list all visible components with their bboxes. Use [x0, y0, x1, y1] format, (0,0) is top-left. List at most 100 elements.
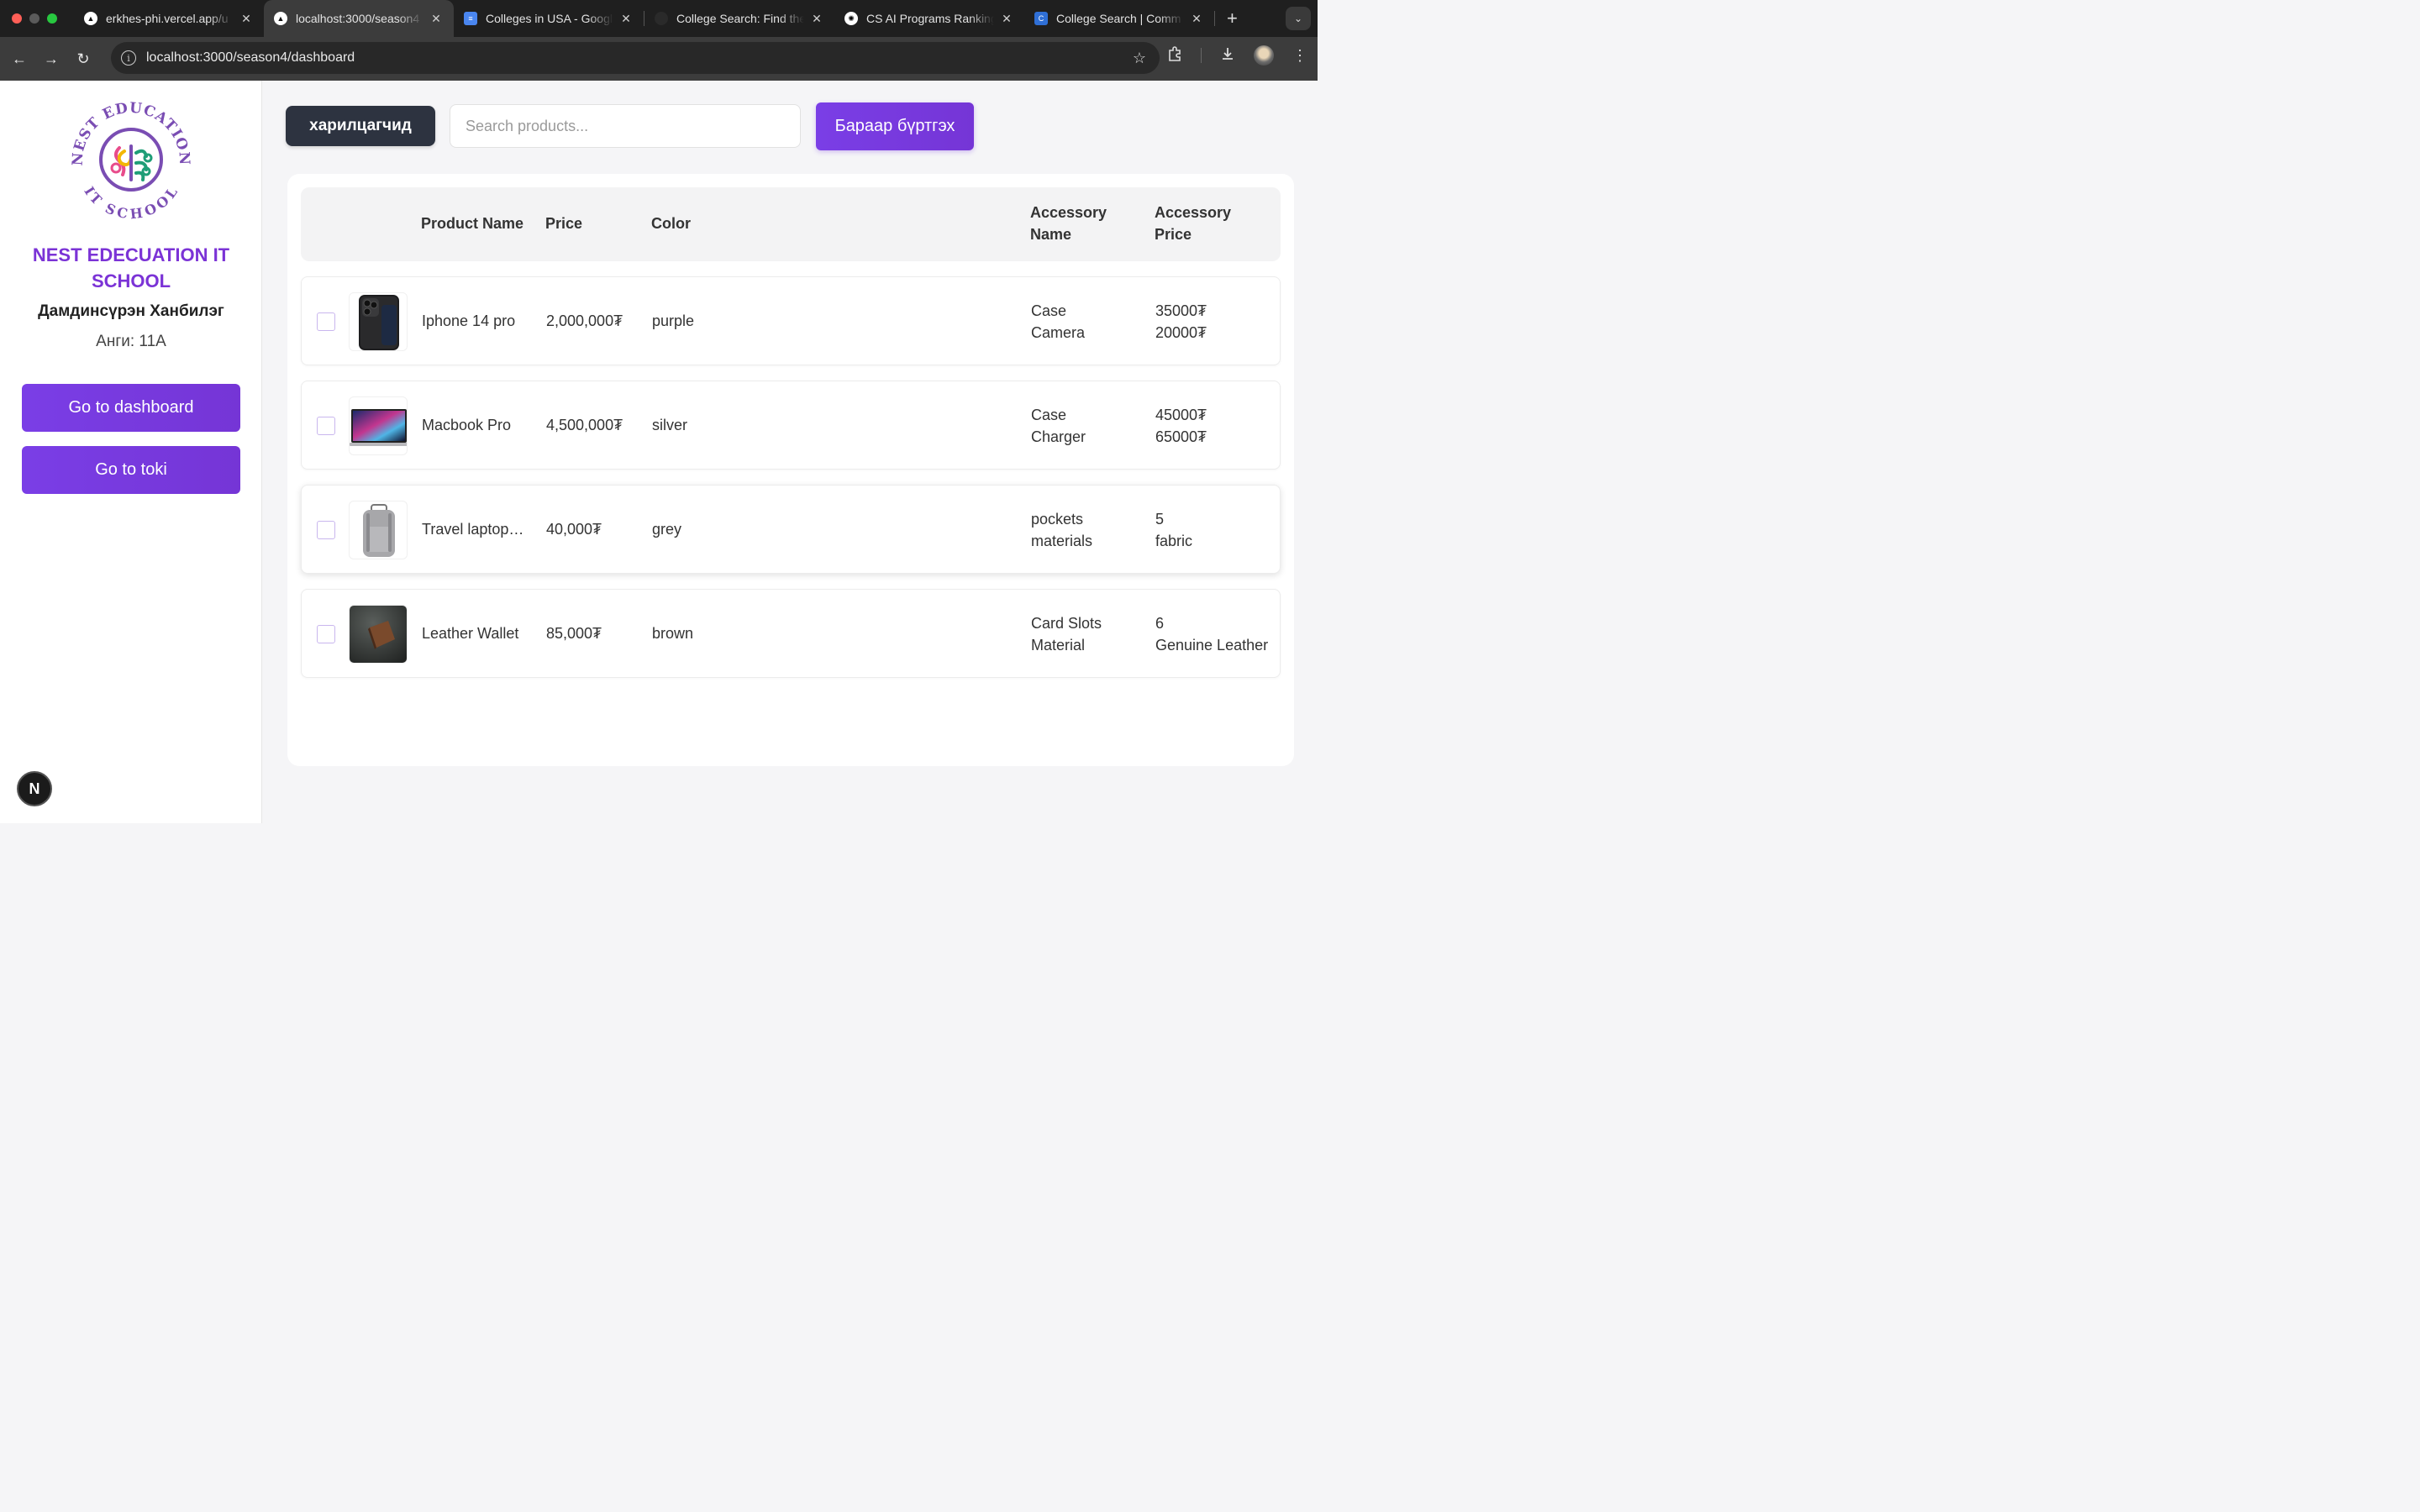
address-url[interactable]: localhost:3000/season4/dashboard	[146, 50, 355, 66]
browser-tab[interactable]: ≡ Colleges in USA - Googl ✕	[454, 0, 644, 37]
window-controls	[0, 13, 74, 24]
accessory-name: Material	[1031, 637, 1086, 654]
close-tab-icon[interactable]: ✕	[429, 12, 444, 26]
column-header-accessory-price: Accessory Price	[1155, 202, 1231, 245]
site-info-icon[interactable]: i	[121, 50, 136, 66]
browser-tab-active[interactable]: ▲ localhost:3000/season4 ✕	[264, 0, 454, 37]
tab-title: College Search: Find the	[676, 12, 804, 25]
browser-tab-bar: ▲ erkhes-phi.vercel.app/u ✕ ▲ localhost:…	[0, 0, 1318, 37]
accessory-names: Case Charger	[1031, 404, 1086, 448]
college-search-icon	[655, 12, 668, 25]
forward-arrow-icon[interactable]: →	[35, 50, 67, 68]
row-checkbox[interactable]	[317, 625, 335, 643]
search-input[interactable]	[450, 104, 801, 148]
school-logo: NEST EDUCATION IT SCHOOL	[70, 100, 192, 223]
go-to-toki-button[interactable]: Go to toki	[22, 446, 240, 494]
close-tab-icon[interactable]: ✕	[239, 12, 254, 26]
wallet-image	[349, 605, 408, 664]
column-header-accessory-name: Accessory Name	[1030, 202, 1107, 245]
close-window-button[interactable]	[12, 13, 22, 24]
close-tab-icon[interactable]: ✕	[809, 12, 824, 26]
accessory-name: materials	[1031, 533, 1093, 549]
nextjs-dev-indicator[interactable]: N	[17, 771, 52, 806]
back-arrow-icon[interactable]: ←	[3, 50, 35, 68]
accessory-price: 20000₮	[1155, 324, 1207, 341]
more-menu-icon[interactable]: ⋮	[1292, 47, 1307, 65]
customers-button[interactable]: харилцагчид	[286, 106, 435, 146]
accessory-price: Genuine Leather	[1155, 637, 1269, 654]
backpack-image	[349, 501, 408, 559]
header-line: Price	[1155, 226, 1192, 243]
chevron-down-icon: ⌄	[1293, 13, 1303, 24]
tab-title: CS AI Programs Ranking	[866, 12, 994, 25]
accessory-names: Case Camera	[1031, 300, 1085, 344]
minimize-window-button[interactable]	[29, 13, 39, 24]
accessory-price: 45000₮	[1155, 407, 1207, 423]
accessory-name: Case	[1031, 302, 1067, 319]
product-name: Travel laptop backpack	[422, 521, 526, 538]
product-color: purple	[652, 312, 695, 329]
vercel-icon: ▲	[274, 12, 287, 25]
table-row[interactable]: Travel laptop backpack 40,000₮ grey pock…	[301, 485, 1281, 574]
header-line: Name	[1030, 226, 1072, 243]
iphone-image	[349, 292, 408, 351]
accessory-prices: 45000₮ 65000₮	[1155, 404, 1207, 448]
accessory-names: Card Slots Material	[1031, 612, 1102, 656]
profile-avatar[interactable]	[1254, 45, 1274, 66]
accessory-name: Case	[1031, 407, 1067, 423]
product-name: Leather Wallet	[422, 625, 519, 642]
table-row[interactable]: Macbook Pro 4,500,000₮ silver Case Charg…	[301, 381, 1281, 470]
accessory-price: 35000₮	[1155, 302, 1207, 319]
column-header-product-name: Product Name	[421, 215, 524, 232]
vercel-icon: ▲	[84, 12, 97, 25]
extensions-icon[interactable]	[1167, 45, 1182, 66]
product-color: silver	[652, 417, 688, 433]
openai-icon: ✺	[844, 12, 858, 25]
school-name: NEST EDECUATION IT SCHOOL	[32, 244, 230, 291]
address-bar[interactable]: i localhost:3000/season4/dashboard ☆	[111, 42, 1160, 74]
close-tab-icon[interactable]: ✕	[999, 12, 1014, 26]
product-price: 40,000₮	[546, 521, 602, 538]
browser-tab[interactable]: College Search: Find the ✕	[644, 0, 834, 37]
column-header-price: Price	[545, 215, 583, 232]
accessory-name: Camera	[1031, 324, 1086, 341]
go-to-dashboard-button[interactable]: Go to dashboard	[22, 384, 240, 432]
row-checkbox[interactable]	[317, 312, 335, 331]
reload-icon[interactable]: ↻	[67, 50, 99, 68]
product-color: brown	[652, 625, 694, 642]
register-product-button[interactable]: Бараар бүртгэх	[816, 102, 974, 150]
accessory-name: Card Slots	[1031, 615, 1102, 632]
browser-toolbar: ← → ↻ i localhost:3000/season4/dashboard…	[0, 37, 1318, 81]
tab-title: localhost:3000/season4	[296, 12, 420, 25]
accessory-name: pockets	[1031, 511, 1084, 528]
product-name: Iphone 14 pro	[422, 312, 516, 329]
browser-tab[interactable]: ▲ erkhes-phi.vercel.app/u ✕	[74, 0, 264, 37]
browser-tab[interactable]: ✺ CS AI Programs Ranking ✕	[834, 0, 1024, 37]
column-header-color: Color	[651, 215, 691, 232]
bookmark-star-icon[interactable]: ☆	[1133, 50, 1146, 67]
browser-tab[interactable]: C College Search | Comm ✕	[1024, 0, 1214, 37]
download-icon[interactable]	[1220, 46, 1235, 66]
accessory-names: pockets materials	[1031, 508, 1092, 552]
close-tab-icon[interactable]: ✕	[1189, 12, 1204, 26]
student-class: Анги: 11А	[96, 333, 166, 350]
google-docs-icon: ≡	[464, 12, 477, 25]
new-tab-button[interactable]: +	[1215, 8, 1249, 29]
accessory-price: 6	[1155, 615, 1165, 632]
table-row[interactable]: Iphone 14 pro 2,000,000₮ purple Case Cam…	[301, 276, 1281, 365]
product-price: 2,000,000₮	[546, 312, 623, 329]
accessory-price: 5	[1155, 511, 1165, 528]
row-checkbox[interactable]	[317, 417, 335, 435]
product-price: 4,500,000₮	[546, 417, 623, 433]
row-checkbox[interactable]	[317, 521, 335, 539]
maximize-window-button[interactable]	[47, 13, 57, 24]
macbook-image	[349, 396, 408, 455]
accessory-price: 65000₮	[1155, 428, 1207, 445]
tab-search-button[interactable]: ⌄	[1286, 7, 1311, 30]
tab-title: College Search | Comm	[1056, 12, 1181, 25]
close-tab-icon[interactable]: ✕	[618, 12, 634, 26]
table-row[interactable]: Leather Wallet 85,000₮ brown Card Slots …	[301, 589, 1281, 678]
student-name: Дамдинсүрэн Ханбилэг	[38, 302, 224, 320]
accessory-prices: 6 Genuine Leather	[1155, 612, 1268, 656]
sidebar: NEST EDUCATION IT SCHOOL NEST EDECUATION…	[0, 81, 262, 823]
